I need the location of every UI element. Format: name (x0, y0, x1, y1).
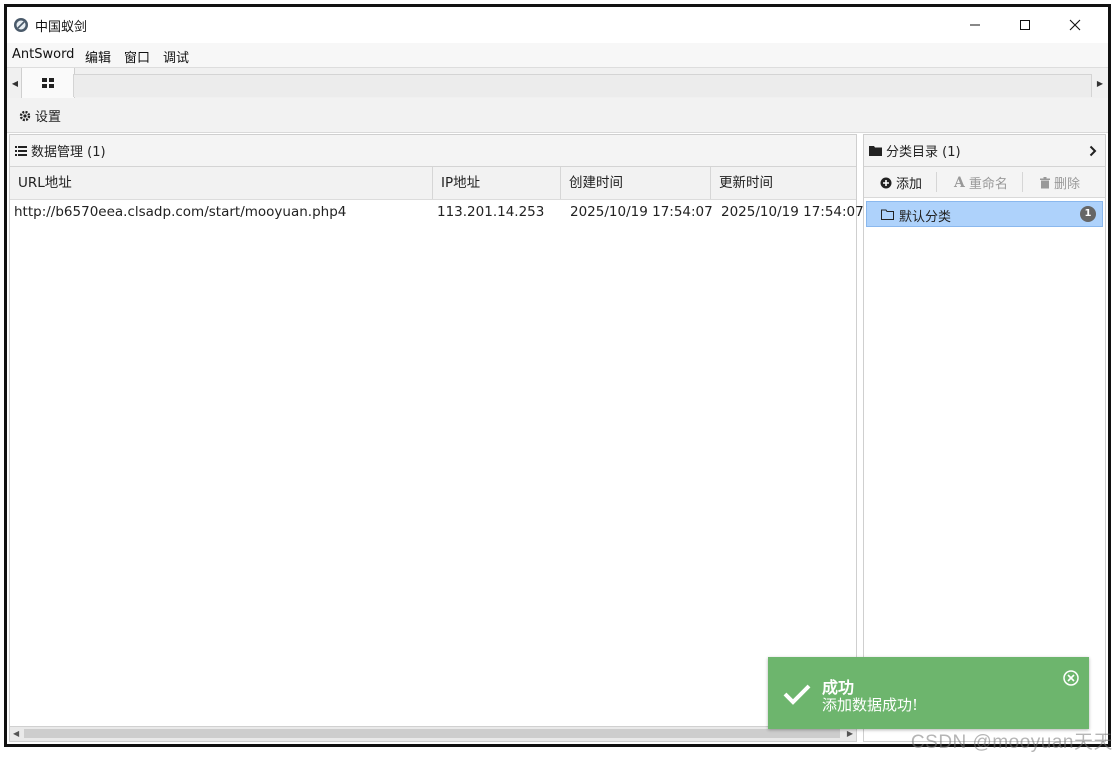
settings-button[interactable]: 设置 (19, 106, 61, 125)
toast-message: 添加数据成功! (822, 696, 919, 714)
close-button[interactable] (1050, 7, 1100, 43)
data-panel-title: 数据管理 (1) (31, 145, 106, 160)
minimize-button[interactable] (950, 7, 1000, 43)
category-item-default[interactable]: 默认分类 1 (866, 201, 1103, 227)
rename-category-label: 重命名 (968, 177, 1008, 192)
maximize-icon (1020, 20, 1030, 30)
settings-label: 设置 (35, 110, 62, 125)
column-header-url[interactable]: URL地址 (10, 167, 433, 199)
scroll-left-icon[interactable]: ◀ (13, 729, 19, 738)
cell-created: 2025/10/19 17:54:07 (570, 204, 713, 220)
plus-circle-icon (880, 177, 892, 188)
category-panel-title: 分类目录 (1) (886, 145, 961, 160)
column-header-created[interactable]: 创建时间 (561, 167, 711, 199)
menu-edit[interactable]: 编辑 (85, 47, 111, 66)
separator (1022, 172, 1023, 192)
table-header: URL地址 IP地址 创建时间 更新时间 (10, 167, 856, 200)
tab-strip: ◀ ▶ (7, 67, 1108, 99)
add-category-label: 添加 (896, 177, 923, 192)
watermark: CSDN @mooyuan天天 (910, 732, 1113, 753)
tab-scroll-right-icon[interactable]: ▶ (1094, 68, 1106, 98)
tab-scroll-left-icon[interactable]: ◀ (9, 68, 21, 98)
grid-icon (42, 78, 54, 88)
separator (936, 172, 937, 192)
tab-home[interactable] (21, 68, 75, 98)
rename-category-button[interactable]: A 重命名 (954, 173, 1008, 193)
tab-area (73, 74, 1092, 97)
delete-category-label: 删除 (1054, 177, 1081, 192)
menu-antsword[interactable]: AntSword (12, 47, 74, 62)
category-toolbar: 添加 A 重命名 删除 (864, 167, 1105, 198)
cell-url: http://b6570eea.clsadp.com/start/mooyuan… (14, 204, 347, 220)
window-title: 中国蚁剑 (35, 20, 88, 35)
count-badge: 1 (1080, 206, 1096, 222)
scrollbar-thumb[interactable] (24, 729, 840, 738)
close-icon (1069, 19, 1081, 31)
add-category-button[interactable]: 添加 (880, 173, 922, 192)
list-icon (15, 145, 27, 156)
category-panel: 分类目录 (1) 添加 A 重命名 删除 默认分类 1 (863, 134, 1106, 742)
menu-window[interactable]: 窗口 (124, 47, 150, 66)
folder-icon (869, 146, 882, 156)
cell-updated: 2025/10/19 17:54:07 (721, 204, 864, 220)
title-bar: 中国蚁剑 (7, 7, 1108, 43)
category-panel-header: 分类目录 (1) (864, 135, 1105, 167)
chevron-right-icon[interactable] (1089, 145, 1097, 157)
antsword-logo-icon (14, 18, 28, 32)
cell-ip: 113.201.14.253 (437, 204, 545, 220)
toolbar: 设置 (7, 98, 1108, 133)
menu-bar: AntSword 编辑 窗口 调试 (7, 43, 1108, 67)
success-toast: 成功 添加数据成功! (768, 657, 1089, 729)
column-header-ip[interactable]: IP地址 (433, 167, 561, 199)
app-window: 中国蚁剑 AntSword 编辑 窗口 调试 ◀ ▶ 设置 数据管理 (1) U… (4, 4, 1111, 747)
category-item-label: 默认分类 (899, 210, 952, 225)
column-header-updated[interactable]: 更新时间 (711, 167, 856, 199)
checkmark-icon (783, 684, 811, 705)
font-icon: A (954, 174, 965, 191)
menu-debug[interactable]: 调试 (163, 47, 189, 66)
horizontal-scrollbar[interactable]: ◀ ▶ (10, 726, 856, 741)
minimize-icon (970, 24, 980, 26)
gear-icon (19, 110, 31, 121)
close-circle-icon[interactable] (1063, 670, 1079, 686)
data-management-panel: 数据管理 (1) URL地址 IP地址 创建时间 更新时间 http://b65… (9, 134, 864, 742)
maximize-button[interactable] (1000, 7, 1050, 43)
trash-icon (1040, 176, 1050, 188)
folder-open-icon (881, 209, 894, 220)
delete-category-button[interactable]: 删除 (1040, 173, 1080, 192)
scroll-right-icon[interactable]: ▶ (847, 729, 853, 738)
data-panel-header: 数据管理 (1) (10, 135, 856, 167)
table-row[interactable]: http://b6570eea.clsadp.com/start/mooyuan… (10, 201, 864, 225)
